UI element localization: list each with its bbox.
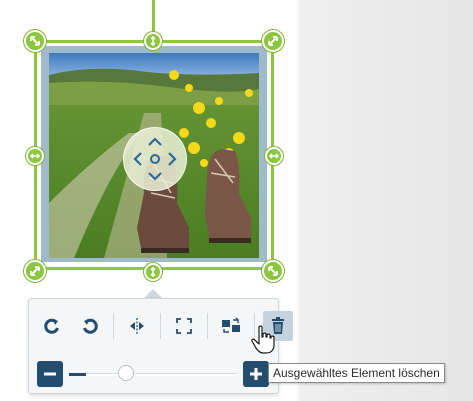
move-arrows-icon xyxy=(133,137,177,181)
rotate-counterclockwise-icon xyxy=(83,318,98,334)
diagonal-resize-icon xyxy=(268,266,278,276)
resize-handle-bottom-right[interactable] xyxy=(262,260,284,282)
vertical-resize-icon xyxy=(150,267,156,277)
image-toolbar xyxy=(28,298,293,394)
diagonal-resize-icon xyxy=(268,36,278,46)
resize-handle-bottom[interactable] xyxy=(144,263,162,281)
resize-handle-top-right[interactable] xyxy=(262,30,284,52)
rotate-clockwise-icon xyxy=(44,318,59,334)
toolbar-separator xyxy=(160,313,161,339)
toolbar-separator xyxy=(207,313,208,339)
swap-image-button[interactable] xyxy=(216,311,246,341)
zoom-in-button[interactable] xyxy=(243,361,269,387)
diagonal-resize-icon xyxy=(30,266,40,276)
plus-icon xyxy=(250,368,262,380)
fit-frame-icon xyxy=(176,318,192,334)
horizontal-resize-icon xyxy=(269,153,279,159)
swap-image-icon xyxy=(222,317,240,333)
vertical-resize-icon xyxy=(150,36,156,46)
flip-horizontal-icon xyxy=(130,318,144,334)
flip-button[interactable] xyxy=(122,311,152,341)
rotate-left-button[interactable] xyxy=(75,311,105,341)
rotate-right-button[interactable] xyxy=(37,311,67,341)
minus-icon xyxy=(44,372,56,376)
horizontal-resize-icon xyxy=(30,153,40,159)
resize-handle-bottom-left[interactable] xyxy=(24,260,46,282)
resize-handle-left[interactable] xyxy=(26,147,44,165)
resize-handle-top[interactable] xyxy=(144,32,162,50)
zoom-slider-thumb[interactable] xyxy=(117,365,134,381)
diagonal-resize-icon xyxy=(30,36,40,46)
zoom-out-button[interactable] xyxy=(37,361,63,387)
resize-handle-right[interactable] xyxy=(265,147,283,165)
hand-cursor-icon xyxy=(251,325,277,360)
resize-handle-top-left[interactable] xyxy=(24,30,46,52)
zoom-slider-track[interactable] xyxy=(69,373,237,376)
fit-button[interactable] xyxy=(169,311,199,341)
tooltip: Ausgewähltes Element löschen xyxy=(268,363,445,383)
toolbar-separator xyxy=(113,313,114,339)
pan-control[interactable] xyxy=(123,127,187,191)
zoom-slider-fill xyxy=(69,373,86,376)
